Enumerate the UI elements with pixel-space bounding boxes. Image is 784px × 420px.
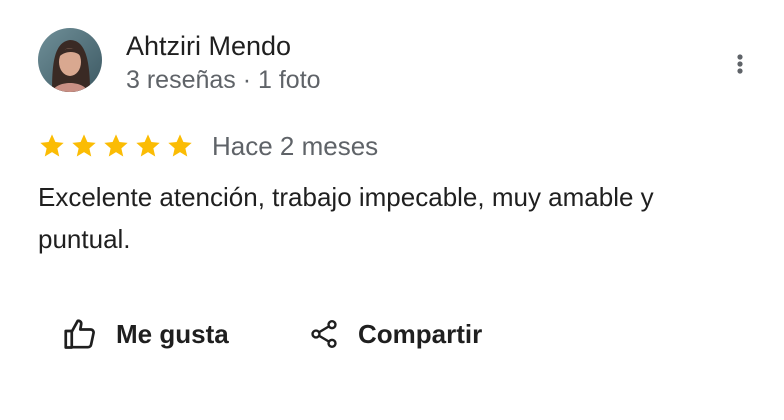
share-button[interactable]: Compartir	[308, 314, 482, 354]
star-icon	[166, 132, 194, 160]
avatar[interactable]	[38, 28, 102, 92]
star-icon	[38, 132, 66, 160]
star-rating	[38, 132, 194, 160]
like-label: Me gusta	[116, 318, 229, 349]
review-date: Hace 2 meses	[212, 131, 379, 161]
reviewer-meta: 3 reseñas · 1 foto	[126, 66, 321, 94]
like-button[interactable]: Me gusta	[62, 314, 229, 354]
more-options-button[interactable]	[724, 46, 756, 82]
review-text: Excelente atención, trabajo impecable, m…	[38, 182, 654, 254]
review-card: Ahtziri Mendo 3 reseñas · 1 foto Hace 2 …	[0, 0, 784, 420]
more-vert-icon	[737, 54, 743, 74]
share-label: Compartir	[358, 318, 483, 349]
star-icon	[102, 132, 130, 160]
thumbs-up-icon	[64, 319, 95, 349]
share-icon	[311, 320, 337, 348]
star-icon	[70, 132, 98, 160]
rating-row: Hace 2 meses	[38, 129, 378, 163]
reviewer-name[interactable]: Ahtziri Mendo	[126, 29, 291, 63]
star-icon	[134, 132, 162, 160]
